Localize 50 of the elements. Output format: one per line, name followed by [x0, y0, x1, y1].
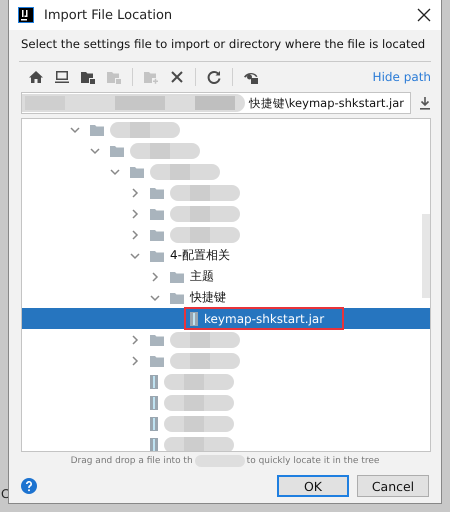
chevron-down-icon[interactable] — [110, 166, 120, 176]
description-text: Select the settings file to import or directory where the file is located — [20, 36, 426, 53]
chevron-right-icon[interactable] — [130, 356, 140, 366]
folder-icon — [150, 334, 164, 346]
archive-file-icon — [150, 374, 158, 388]
folder-name: 4-配置相关 — [170, 247, 230, 264]
archive-file-icon — [150, 416, 158, 430]
close-icon[interactable] — [417, 8, 431, 22]
cancel-button[interactable]: Cancel — [357, 475, 429, 497]
folder-name: 主题 — [190, 268, 214, 285]
ok-button[interactable]: OK — [277, 475, 349, 497]
delete-icon[interactable] — [169, 69, 185, 85]
chevron-right-icon[interactable] — [130, 334, 140, 344]
folder-icon — [150, 250, 164, 262]
path-field[interactable]: 快捷键\keymap-shkstart.jar — [21, 92, 411, 114]
chevron-down-icon[interactable] — [150, 292, 160, 302]
app-icon — [18, 7, 34, 23]
folder-icon — [150, 208, 164, 220]
selected-tree-row[interactable]: keymap-shkstart.jar — [22, 308, 430, 329]
folder-icon — [170, 292, 184, 304]
download-icon[interactable] — [419, 96, 431, 110]
file-name: keymap-shkstart.jar — [204, 312, 324, 326]
window-title: Import File Location — [44, 8, 174, 22]
folder-icon — [110, 144, 124, 156]
help-icon[interactable] — [21, 478, 37, 494]
folder-icon — [150, 354, 164, 366]
archive-file-icon — [150, 438, 158, 451]
chevron-right-icon[interactable] — [130, 208, 140, 218]
folder-icon — [150, 228, 164, 240]
desktop-icon[interactable] — [54, 69, 70, 85]
hint-text: to quickly locate it in the tree — [246, 456, 380, 466]
folder-icon — [130, 166, 144, 178]
folder-icon — [170, 270, 184, 282]
chevron-down-icon[interactable] — [130, 250, 140, 260]
folder-module-icon[interactable] — [80, 69, 96, 85]
home-icon[interactable] — [28, 69, 44, 85]
chevron-down-icon[interactable] — [70, 124, 80, 134]
chevron-down-icon[interactable] — [90, 146, 100, 156]
chevron-right-icon[interactable] — [130, 230, 140, 240]
hint-text: Drag and drop a file into th — [70, 456, 193, 466]
archive-file-icon — [150, 396, 158, 410]
chevron-right-icon[interactable] — [130, 188, 140, 198]
folder-name: 快捷键 — [190, 289, 226, 306]
scrollbar[interactable] — [422, 214, 430, 298]
hide-path-link[interactable]: Hide path — [372, 70, 431, 84]
folder-icon — [90, 124, 104, 136]
folder-icon — [150, 186, 164, 198]
archive-file-icon — [190, 312, 198, 326]
refresh-icon[interactable] — [206, 69, 222, 85]
chevron-right-icon[interactable] — [150, 272, 160, 282]
